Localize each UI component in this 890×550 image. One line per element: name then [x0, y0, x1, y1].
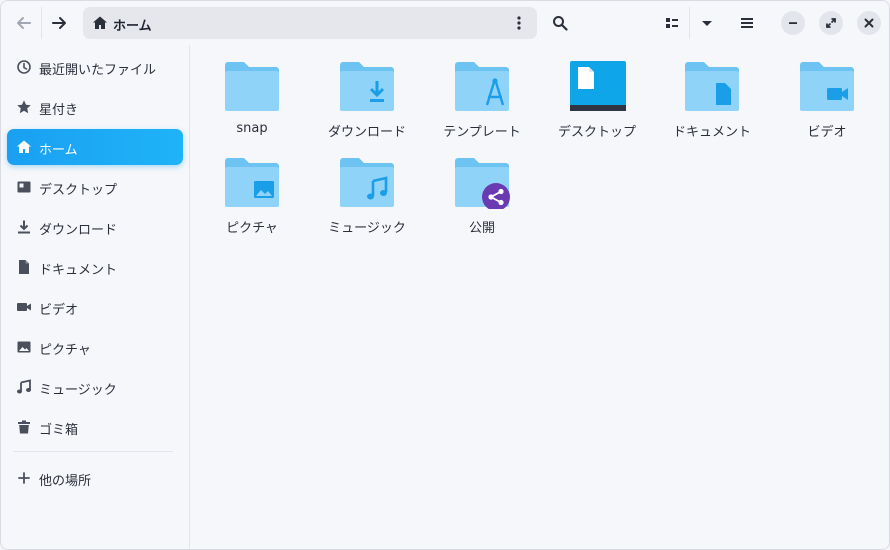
sidebar-item-label: ビデオ — [39, 303, 79, 318]
view-options-button[interactable] — [692, 8, 722, 38]
sidebar-item-music[interactable]: ミュージック — [7, 369, 183, 405]
file-view: snap ダウンロード テンプレート デスクトップ ドキュメント ビデオ ピクチ… — [191, 45, 889, 549]
file-name: snap — [236, 121, 268, 136]
trash-icon — [18, 420, 30, 434]
file-item-pictures[interactable]: ピクチャ — [197, 143, 307, 239]
download-icon — [18, 220, 30, 234]
document-icon — [19, 260, 29, 274]
sidebar-item-trash[interactable]: ゴミ箱 — [7, 409, 183, 445]
sidebar-item-documents[interactable]: ドキュメント — [7, 249, 183, 285]
back-button[interactable] — [9, 8, 39, 38]
arrow-right-icon — [52, 17, 66, 29]
maximize-icon — [826, 18, 836, 28]
main-menu-button[interactable] — [732, 8, 762, 38]
sidebar-item-pictures[interactable]: ピクチャ — [7, 329, 183, 365]
sidebar-item-downloads[interactable]: ダウンロード — [7, 209, 183, 245]
folder-music-icon — [340, 158, 394, 207]
desktop-icon — [17, 181, 31, 193]
home-icon — [93, 16, 107, 29]
file-name: テンプレート — [443, 125, 521, 140]
file-manager-window: ホーム 最近開いたファイル 星付き ホーム デスクトップ ダウンロード ドキュメ… — [0, 0, 890, 550]
close-button[interactable] — [857, 11, 881, 35]
sidebar-divider — [13, 451, 173, 452]
folder-icon — [225, 62, 279, 111]
folder-download-icon — [340, 62, 394, 111]
file-name: ピクチャ — [226, 221, 278, 236]
video-icon — [17, 303, 31, 311]
header-bar: ホーム — [1, 1, 889, 45]
file-item-snap[interactable]: snap — [197, 47, 307, 143]
sidebar-item-label: ゴミ箱 — [39, 423, 79, 438]
sidebar-item-recent[interactable]: 最近開いたファイル — [7, 49, 183, 85]
sidebar-item-videos[interactable]: ビデオ — [7, 289, 183, 325]
file-name: デスクトップ — [557, 125, 636, 140]
file-item-videos[interactable]: ビデオ — [772, 47, 882, 143]
desktop-folder-icon — [570, 61, 626, 111]
sidebar-item-label: 最近開いたファイル — [39, 63, 157, 78]
maximize-button[interactable] — [819, 11, 843, 35]
hamburger-menu-icon — [741, 18, 753, 28]
picture-icon — [17, 341, 31, 353]
minimize-icon — [789, 22, 797, 24]
sidebar-item-label: ホーム — [39, 143, 78, 158]
folder-publicshare-icon — [455, 158, 510, 209]
list-view-icon — [666, 18, 678, 28]
sidebar-item-label: デスクトップ — [39, 183, 118, 198]
folder-templates-icon — [455, 62, 509, 111]
file-item-music[interactable]: ミュージック — [312, 143, 422, 239]
file-name: 公開 — [468, 221, 495, 236]
sidebar-item-label: 星付き — [39, 103, 79, 118]
file-item-public[interactable]: 公開 — [427, 143, 537, 239]
folder-pictures-icon — [225, 158, 279, 207]
sidebar-item-other-places[interactable]: 他の場所 — [7, 460, 183, 496]
file-item-desktop[interactable]: デスクトップ — [542, 47, 652, 143]
folder-documents-icon — [685, 62, 739, 111]
view-divider — [689, 7, 690, 39]
sidebar-item-desktop[interactable]: デスクトップ — [7, 169, 183, 205]
folder-videos-icon — [800, 62, 854, 111]
sidebar-item-home[interactable]: ホーム — [7, 129, 183, 165]
arrow-left-icon — [17, 17, 31, 29]
sidebar: 最近開いたファイル 星付き ホーム デスクトップ ダウンロード ドキュメント ビ… — [1, 45, 190, 549]
file-name: ドキュメント — [672, 125, 751, 140]
path-segment-home[interactable]: ホーム — [113, 15, 152, 34]
file-name: ダウンロード — [327, 125, 406, 140]
file-item-downloads[interactable]: ダウンロード — [312, 47, 422, 143]
sidebar-item-starred[interactable]: 星付き — [7, 89, 183, 125]
sidebar-item-label: ピクチャ — [39, 343, 91, 358]
sidebar-item-label: ミュージック — [39, 383, 117, 398]
file-item-documents[interactable]: ドキュメント — [657, 47, 767, 143]
path-bar[interactable]: ホーム — [83, 7, 537, 39]
chevron-down-icon — [702, 21, 712, 26]
search-icon — [553, 16, 568, 31]
file-item-templates[interactable]: テンプレート — [427, 47, 537, 143]
plus-icon — [18, 472, 30, 484]
nav-divider — [41, 7, 42, 39]
home-icon — [17, 140, 31, 153]
file-name: ミュージック — [328, 221, 406, 236]
sidebar-item-label: 他の場所 — [39, 474, 92, 489]
forward-button[interactable] — [44, 8, 74, 38]
star-icon — [17, 100, 31, 114]
clock-icon — [17, 60, 31, 74]
search-button[interactable] — [545, 8, 575, 38]
file-name: ビデオ — [807, 125, 847, 140]
music-icon — [17, 379, 31, 394]
minimize-button[interactable] — [781, 11, 805, 35]
kebab-menu-icon[interactable] — [511, 15, 527, 31]
sidebar-item-label: ドキュメント — [39, 263, 118, 278]
sidebar-item-label: ダウンロード — [39, 223, 118, 238]
close-icon — [864, 18, 874, 28]
view-toggle-button[interactable] — [657, 8, 687, 38]
